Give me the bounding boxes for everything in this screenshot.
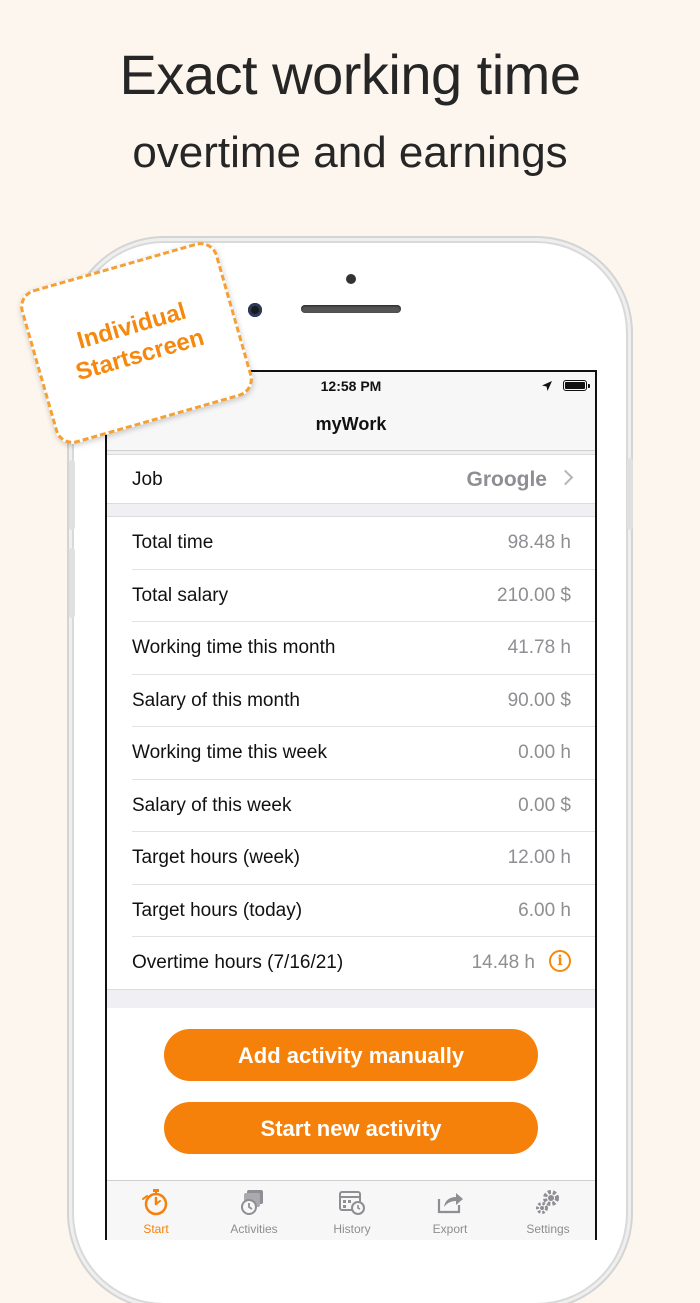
headline-subtitle: overtime and earnings (132, 128, 568, 177)
stat-label: Total time (132, 532, 214, 553)
nav-title: myWork (315, 414, 387, 434)
tab-bar: Start Activities History Export Settings (107, 1180, 595, 1240)
stat-row-target-today: Target hours (today) 6.00 h (132, 885, 595, 937)
stat-label: Salary of this month (132, 689, 300, 711)
export-icon (437, 1193, 463, 1214)
tab-export[interactable]: Export (401, 1181, 499, 1240)
chevron-right-icon (557, 469, 574, 486)
stat-row-week-time: Working time this week 0.00 h (132, 727, 595, 780)
activities-icon (241, 1190, 263, 1215)
job-value: Groogle (466, 468, 547, 491)
tab-label: Activities (230, 1222, 278, 1236)
app-screen: 12:58 PM myWork Job Groogle Total time 9… (105, 370, 597, 1240)
add-activity-manually-button[interactable]: Add activity manually (164, 1029, 538, 1081)
stat-label: Working time this month (132, 637, 336, 658)
tab-label: Export (432, 1222, 468, 1236)
stat-row-month-time: Working time this month 41.78 h (132, 622, 595, 675)
calendar-clock-icon (339, 1191, 365, 1215)
stat-value: 12.00 h (507, 847, 571, 868)
stat-label: Target hours (week) (132, 847, 300, 868)
stat-label: Working time this week (132, 742, 327, 763)
stat-row-month-salary: Salary of this month 90.00 $ (132, 675, 595, 727)
phone-side-button (69, 460, 75, 530)
stat-label: Target hours (today) (132, 899, 303, 921)
job-group: Job Groogle (107, 454, 595, 504)
tab-start[interactable]: Start (107, 1181, 205, 1240)
stat-value: 14.48 h (471, 952, 535, 973)
front-camera (248, 303, 262, 317)
stat-label: Total salary (132, 584, 229, 606)
tab-label: Settings (526, 1222, 570, 1236)
location-arrow-icon (542, 381, 552, 391)
stat-value: 98.48 h (507, 532, 571, 553)
stat-row-target-week: Target hours (week) 12.00 h (132, 832, 595, 885)
battery-icon (563, 380, 590, 391)
phone-side-button (627, 458, 633, 530)
stat-value: 90.00 $ (507, 689, 571, 711)
gear-icon (536, 1190, 559, 1214)
stat-value: 0.00 $ (518, 794, 571, 816)
tab-label: History (333, 1222, 371, 1236)
stat-row-total-salary: Total salary 210.00 $ (132, 570, 595, 622)
stat-value: 210.00 $ (497, 584, 571, 606)
stat-row-week-salary: Salary of this week 0.00 $ (132, 780, 595, 832)
stopwatch-icon (142, 1189, 168, 1216)
stat-label: Salary of this week (132, 794, 292, 816)
tab-settings[interactable]: Settings (499, 1181, 595, 1240)
phone-side-button (69, 548, 75, 618)
stat-value: 41.78 h (507, 637, 571, 658)
headline-title: Exact working time (119, 43, 581, 106)
earpiece-speaker (301, 305, 401, 313)
stat-row-overtime: Overtime hours (7/16/21) 14.48 h i (132, 937, 595, 989)
badge-text: Individual Startscreen (32, 285, 240, 398)
job-label: Job (132, 469, 163, 490)
stat-value: 6.00 h (518, 899, 571, 921)
tab-activities[interactable]: Activities (205, 1181, 303, 1240)
stat-value: 0.00 h (518, 742, 571, 763)
info-icon[interactable]: i (549, 950, 571, 972)
stat-label: Overtime hours (7/16/21) (132, 952, 344, 973)
proximity-sensor (346, 274, 356, 284)
stats-group: Total time 98.48 h Total salary 210.00 $… (107, 516, 595, 990)
tab-label: Start (143, 1222, 169, 1236)
start-new-activity-button[interactable]: Start new activity (164, 1102, 538, 1154)
stat-row-total-time: Total time 98.48 h (132, 517, 595, 570)
tab-history[interactable]: History (303, 1181, 401, 1240)
action-area: Add activity manually Start new activity (107, 1008, 595, 1180)
job-row[interactable]: Job Groogle (132, 455, 595, 503)
